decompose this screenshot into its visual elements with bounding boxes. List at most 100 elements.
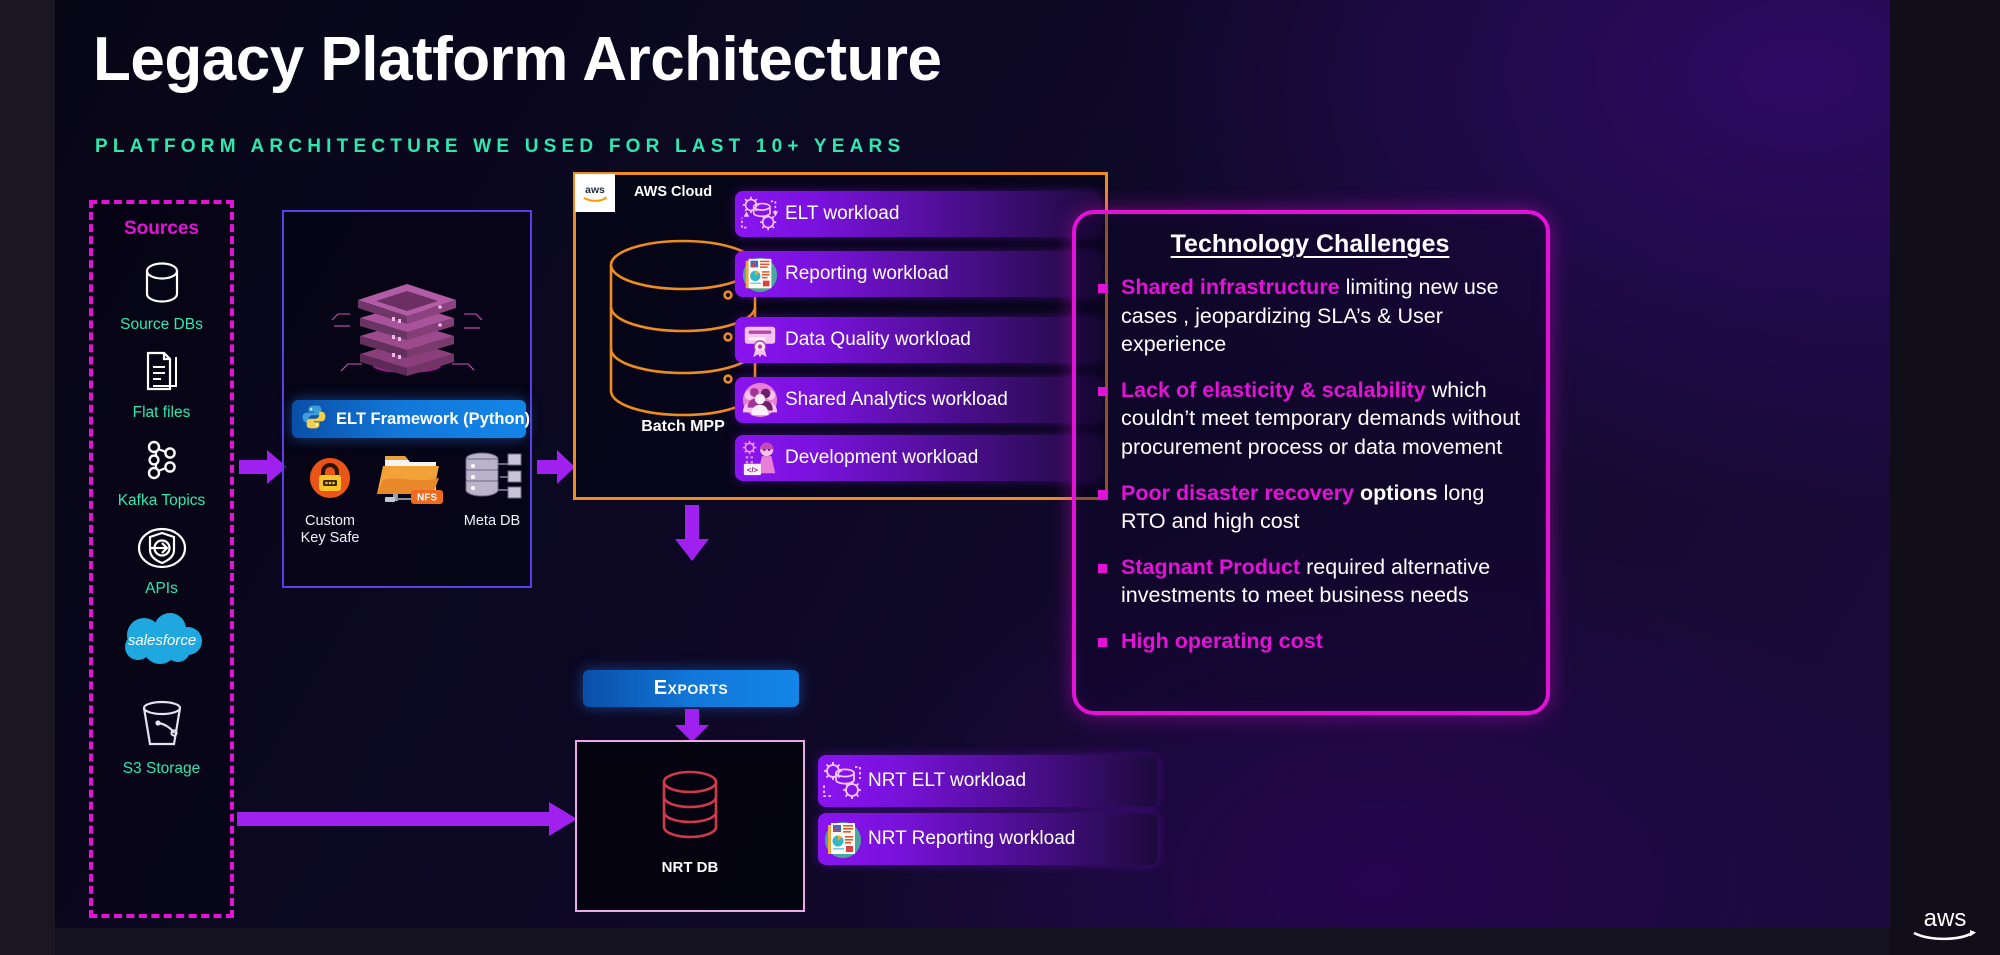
exports-label: Exports (653, 677, 729, 699)
svg-text:aws: aws (585, 185, 605, 196)
aws-cloud-title: AWS Cloud (634, 184, 713, 200)
arrow-elt-to-aws (537, 450, 575, 484)
python-logo-icon (300, 403, 328, 436)
aws-cloud-box: aws AWS Cloud Batch MPP ELT workload Rep… (573, 172, 1108, 500)
arrow-sources-to-nrt-db (237, 802, 577, 836)
challenge-highlight: Shared infrastructure (1121, 275, 1340, 299)
aws-footer-logo-icon: aws (1902, 902, 1988, 947)
exports-banner[interactable]: Exports (583, 670, 799, 707)
left-gutter (0, 0, 55, 955)
source-item-flat-files: Flat files (93, 344, 230, 422)
workload-label: Data Quality workload (785, 329, 971, 350)
challenge-item: Lack of elasticity & scalability which c… (1098, 376, 1522, 462)
report-charts-icon (735, 255, 785, 293)
report-charts-icon (818, 819, 868, 859)
challenge-text: Lack of elasticity & scalability which c… (1121, 376, 1522, 462)
nrt-workload-pill-reporting[interactable]: NRT Reporting workload (818, 813, 1158, 865)
bullet-square-icon (1098, 637, 1107, 647)
database-cylinder-icon (93, 256, 230, 312)
workload-pill-reporting[interactable]: Reporting workload (735, 251, 1100, 297)
challenge-highlight: Stagnant Product (1121, 554, 1301, 579)
elt-component-meta-db: Meta DB (456, 450, 528, 530)
elt-component-custom-key-safe: Custom Key Safe (294, 454, 366, 546)
meta-db-icon (456, 450, 528, 507)
bullet-square-icon (1098, 563, 1107, 573)
bullet-square-icon (1098, 284, 1107, 293)
challenge-item: High operating cost (1098, 627, 1522, 656)
workload-pill-data-quality[interactable]: Data Quality workload (735, 317, 1100, 363)
challenges-title: Technology Challenges (1170, 230, 1450, 258)
svg-text:</>: </> (747, 465, 759, 474)
technology-challenges-panel: Technology Challenges Shared infrastruct… (1072, 210, 1550, 715)
challenge-item: Poor disaster recovery options long RTO … (1098, 479, 1522, 536)
page-title: Legacy Platform Architecture (93, 25, 942, 94)
gears-database-icon (818, 760, 868, 802)
source-item-s3-storage: S3 Storage (93, 694, 230, 778)
source-label: Flat files (132, 404, 191, 421)
svg-text:aws: aws (1924, 905, 1967, 932)
challenge-text: Poor disaster recovery options long RTO … (1121, 479, 1522, 536)
arrow-exports-to-nrt (675, 709, 709, 742)
challenge-item: Shared infrastructure limiting new use c… (1098, 273, 1522, 359)
slide-canvas: Legacy Platform Architecture PLATFORM AR… (55, 0, 1890, 928)
source-item-salesforce: salesforce (93, 608, 230, 670)
elt-framework-panel: ELT Framework (Python) Custom Key Safe N… (282, 210, 532, 588)
server-stack-icon (331, 244, 483, 387)
padlock-icon (294, 454, 366, 507)
people-group-icon (735, 381, 785, 419)
aws-logo-icon: aws (575, 174, 615, 212)
workload-label: Shared Analytics workload (785, 389, 1008, 410)
page-subtitle: PLATFORM ARCHITECTURE WE USED FOR LAST 1… (95, 136, 906, 157)
quality-badge-icon (735, 321, 785, 359)
source-item-source-dbs: Source DBs (93, 256, 230, 334)
elt-framework-label: ELT Framework (Python) (336, 409, 531, 428)
elt-component-label: Custom Key Safe (300, 513, 360, 546)
elt-component-nfs: NFS (372, 450, 450, 511)
source-label: APIs (145, 580, 178, 597)
documents-icon (93, 344, 230, 400)
arrow-aws-to-exports (675, 505, 709, 561)
elt-component-label: Meta DB (463, 513, 521, 529)
kafka-nodes-icon (93, 432, 230, 488)
bullet-square-icon (1098, 489, 1107, 499)
sources-panel: Sources Source DBs Flat files Kafka Topi… (89, 200, 234, 918)
s3-bucket-icon (93, 694, 230, 756)
salesforce-cloud-icon: salesforce (93, 608, 230, 670)
workload-pill-elt[interactable]: ELT workload (735, 191, 1100, 237)
svg-text:salesforce: salesforce (127, 632, 195, 649)
developer-code-icon: </> (735, 439, 785, 477)
challenge-text: Shared infrastructure limiting new use c… (1121, 273, 1522, 359)
nrt-db-label: NRT DB (661, 859, 719, 876)
challenge-highlight: High operating cost (1121, 628, 1323, 653)
challenge-bold-tail: options (1354, 480, 1438, 505)
svg-text:NFS: NFS (417, 493, 437, 504)
challenge-highlight: Poor disaster recovery (1121, 480, 1355, 505)
challenge-highlight: Lack of elasticity & scalability (1121, 377, 1426, 402)
workload-label: Development workload (785, 447, 979, 468)
nrt-workload-label: NRT Reporting workload (868, 828, 1076, 849)
source-item-apis: APIs (93, 520, 230, 598)
nrt-workload-label: NRT ELT workload (868, 770, 1027, 791)
workload-pill-development[interactable]: </> Development workload (735, 435, 1100, 481)
api-shield-icon (93, 520, 230, 576)
source-item-kafka-topics: Kafka Topics (93, 432, 230, 510)
source-label: Source DBs (120, 316, 203, 333)
nrt-workload-pill-elt[interactable]: NRT ELT workload (818, 755, 1158, 807)
sources-heading: Sources (124, 218, 199, 239)
workload-label: Reporting workload (785, 263, 949, 284)
bullet-square-icon (1098, 386, 1107, 396)
nrt-database-icon (654, 768, 726, 853)
slide-screen: Legacy Platform Architecture PLATFORM AR… (0, 0, 2000, 955)
challenge-item: Stagnant Product required alternative in… (1098, 553, 1522, 610)
source-label: S3 Storage (122, 760, 201, 777)
elt-framework-banner[interactable]: ELT Framework (Python) (292, 400, 530, 438)
nfs-folder-icon: NFS (372, 450, 450, 511)
source-label: Kafka Topics (117, 492, 206, 509)
challenge-text: High operating cost (1121, 627, 1323, 656)
right-gutter (1890, 0, 2000, 955)
nrt-db-box: NRT DB (575, 740, 805, 912)
workload-label: ELT workload (785, 203, 900, 224)
challenge-text: Stagnant Product required alternative in… (1121, 553, 1522, 610)
workload-pill-shared-analytics[interactable]: Shared Analytics workload (735, 377, 1100, 423)
gears-database-icon (735, 195, 785, 233)
